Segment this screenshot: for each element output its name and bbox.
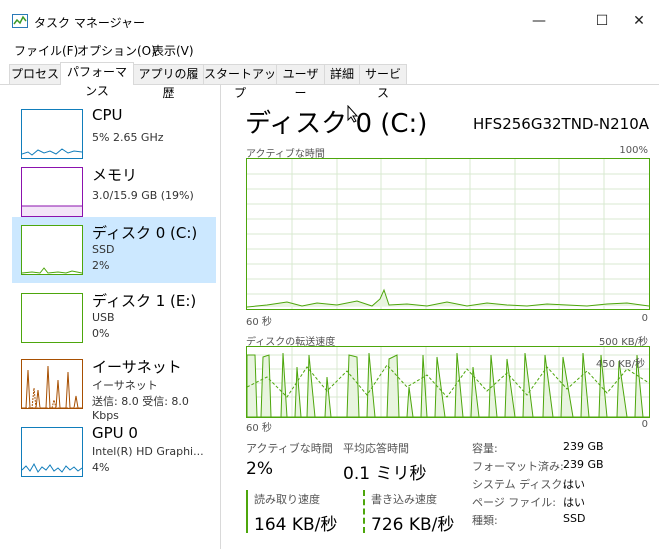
sidebar-item-memory[interactable]: メモリ 3.0/15.9 GB (19%) <box>12 159 216 225</box>
active-time-graph-time: 60 秒 <box>246 317 272 328</box>
sidebar-item-label: ディスク 1 (E:) <box>92 292 197 310</box>
prop-capacity-label: 容量: <box>472 442 498 455</box>
tab-services[interactable]: サービス <box>359 64 407 100</box>
sidebar-item-detail: SSD <box>92 243 115 256</box>
sidebar-item-label: イーサネット <box>92 358 182 376</box>
menu-bar: ファイル(F) オプション(O) 表示(V) <box>0 40 659 60</box>
sidebar-item-detail: USB <box>92 311 115 324</box>
sidebar-item-usage: 2% <box>92 259 110 272</box>
menu-file[interactable]: ファイル(F) <box>14 42 78 59</box>
sidebar-item-ethernet[interactable]: イーサネット イーサネット 送信: 8.0 受信: 8.0 Kbps <box>12 351 216 422</box>
prop-type-value: SSD <box>563 512 586 525</box>
tab-strip: プロセス パフォーマンス アプリの履歴 スタートアップ ユーザー 詳細 サービス <box>0 62 659 100</box>
disk1-thumbnail-graph <box>21 293 83 343</box>
sidebar-item-detail: Intel(R) HD Graphi... <box>92 445 204 458</box>
title-bar: タスク マネージャー — ☐ ✕ <box>0 0 659 38</box>
tab-processes[interactable]: プロセス <box>9 64 61 84</box>
sidebar-item-detail: 3.0/15.9 GB (19%) <box>92 189 194 202</box>
read-speed-value: 164 KB/秒 <box>254 515 338 535</box>
sidebar-item-disk-1[interactable]: ディスク 1 (E:) USB 0% <box>12 285 216 351</box>
sidebar-item-disk-0[interactable]: ディスク 0 (C:) SSD 2% <box>12 217 216 283</box>
prop-formatted-label: フォーマット済み: <box>472 460 564 473</box>
sidebar-item-gpu-0[interactable]: GPU 0 Intel(R) HD Graphi... 4% <box>12 419 216 485</box>
read-speed-label: 読み取り速度 <box>254 493 320 506</box>
write-speed-value: 726 KB/秒 <box>371 515 455 535</box>
performance-sidebar: CPU 5% 2.65 GHz メモリ 3.0/15.9 GB (19%) ディ… <box>0 85 221 549</box>
tab-performance[interactable]: パフォーマンス <box>60 62 134 98</box>
maximize-button[interactable]: ☐ <box>587 10 617 32</box>
sidebar-item-detail: イーサネット <box>92 379 158 392</box>
page-title: ディスク 0 (C:) <box>245 109 428 139</box>
disk-detail-panel: ディスク 0 (C:) HFS256G32TND-N210A アクティブな時間 … <box>222 85 659 549</box>
transfer-rate-graph-mid: 450 KB/秒 <box>595 359 645 370</box>
menu-options[interactable]: オプション(O) <box>77 42 156 59</box>
tab-app-history[interactable]: アプリの履歴 <box>133 64 204 100</box>
sidebar-item-usage: 4% <box>92 461 110 474</box>
sidebar-item-label: ディスク 0 (C:) <box>92 224 198 242</box>
response-time-value: 0.1 ミリ秒 <box>343 464 427 484</box>
prop-type-label: 種類: <box>472 514 498 527</box>
active-time-graph <box>246 158 650 310</box>
transfer-rate-graph <box>246 346 650 418</box>
tab-details[interactable]: 詳細 <box>324 64 360 84</box>
transfer-rate-graph-time: 60 秒 <box>246 423 272 434</box>
disk-model: HFS256G32TND-N210A <box>473 115 649 133</box>
window-title: タスク マネージャー <box>34 16 145 30</box>
prop-system-disk-label: システム ディスク: <box>472 478 567 491</box>
active-time-label: アクティブな時間 <box>246 442 333 455</box>
menu-view[interactable]: 表示(V) <box>152 42 194 59</box>
task-manager-icon <box>12 14 28 28</box>
sidebar-item-usage: 0% <box>92 327 110 340</box>
active-time-value: 2% <box>246 459 273 479</box>
write-speed-label: 書き込み速度 <box>371 493 437 506</box>
task-manager-window: タスク マネージャー — ☐ ✕ ファイル(F) オプション(O) 表示(V) … <box>0 0 659 549</box>
sidebar-item-label: メモリ <box>92 166 138 184</box>
minimize-button[interactable]: — <box>524 10 554 32</box>
tab-users[interactable]: ユーザー <box>276 64 325 100</box>
prop-system-disk-value: はい <box>563 478 585 491</box>
sidebar-item-label: CPU <box>92 106 123 124</box>
gpu-thumbnail-graph <box>21 427 83 477</box>
sidebar-item-label: GPU 0 <box>92 424 138 442</box>
active-time-graph-min: 0 <box>641 313 648 324</box>
disk0-thumbnail-graph <box>21 225 83 275</box>
memory-thumbnail-graph <box>21 167 83 217</box>
prop-formatted-value: 239 GB <box>563 458 604 471</box>
sidebar-item-detail: 5% 2.65 GHz <box>92 131 164 144</box>
sidebar-item-throughput: 送信: 8.0 受信: 8.0 Kbps <box>92 395 189 422</box>
mouse-cursor-icon <box>347 105 359 123</box>
prop-page-file-label: ページ ファイル: <box>472 496 556 509</box>
response-time-label: 平均応答時間 <box>343 442 409 455</box>
tab-startup[interactable]: スタートアップ <box>203 64 277 100</box>
prop-page-file-value: はい <box>563 496 585 509</box>
active-time-graph-max: 100% <box>619 145 648 156</box>
close-button[interactable]: ✕ <box>624 10 654 32</box>
prop-capacity-value: 239 GB <box>563 440 604 453</box>
sidebar-item-cpu[interactable]: CPU 5% 2.65 GHz <box>12 101 216 167</box>
transfer-rate-graph-min: 0 <box>641 419 648 430</box>
write-speed-indicator <box>363 490 365 533</box>
read-speed-indicator <box>246 490 248 533</box>
ethernet-thumbnail-graph <box>21 359 83 409</box>
cpu-thumbnail-graph <box>21 109 83 159</box>
